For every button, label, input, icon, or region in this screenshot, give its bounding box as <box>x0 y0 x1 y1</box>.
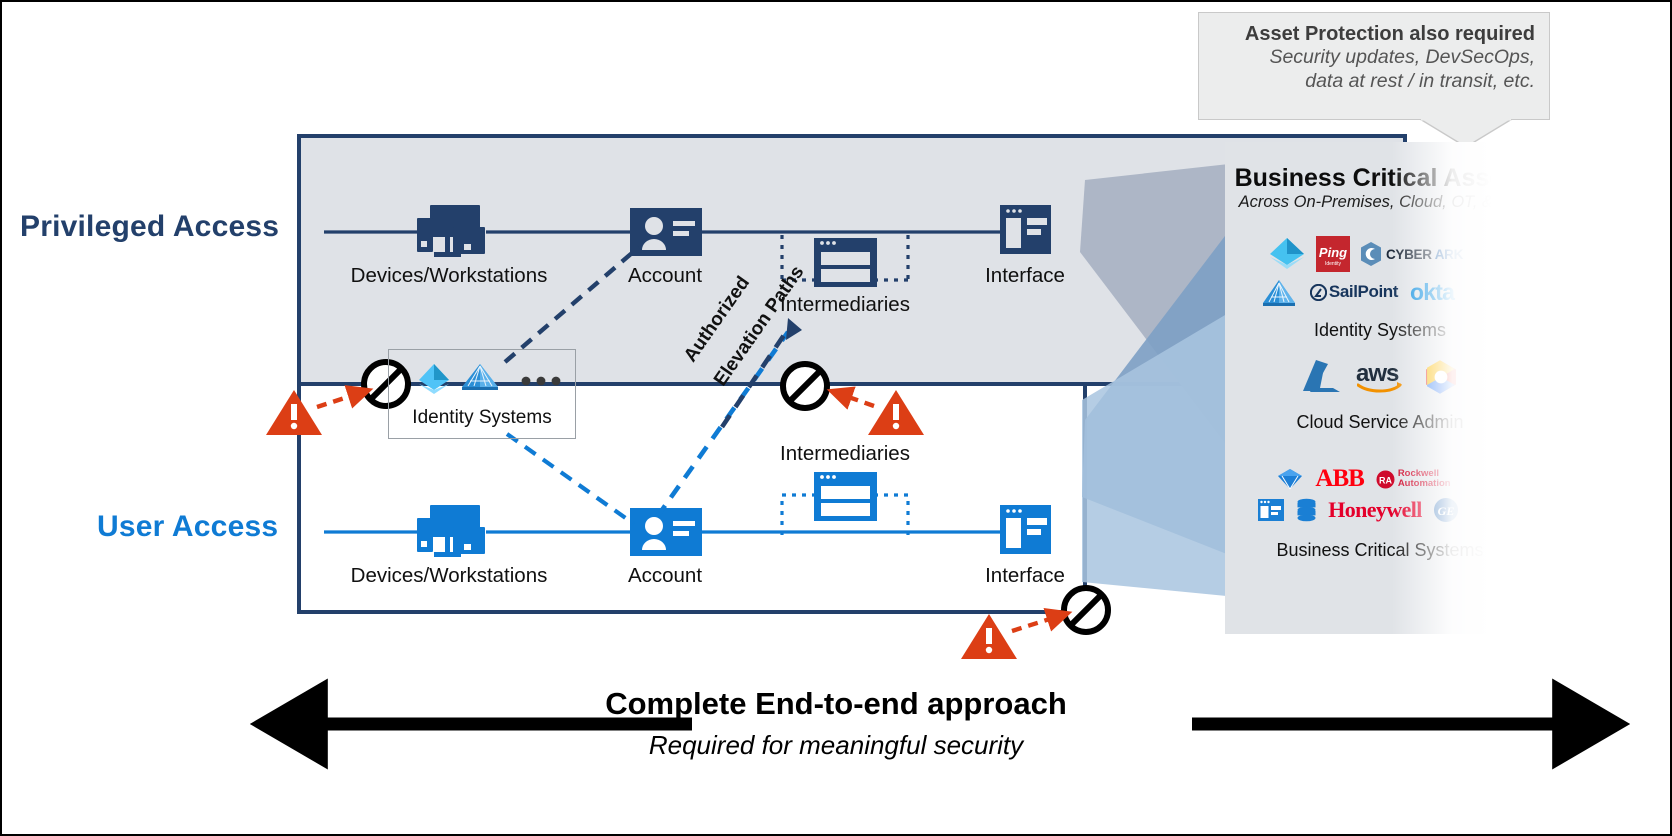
label-intermediaries-privileged: Intermediaries <box>780 293 910 316</box>
callout-line-2: data at rest / in transit, etc. <box>1305 70 1535 93</box>
label-account-user: Account <box>627 564 703 587</box>
svg-text:RA: RA <box>1379 475 1392 485</box>
database-icon <box>1297 498 1316 521</box>
privileged-access-label: Privileged Access <box>20 210 280 243</box>
svg-text:Ping: Ping <box>1319 245 1347 260</box>
identity-systems-box: Identity Systems <box>388 349 576 439</box>
bottom-banner-title: Complete End-to-end approach <box>605 686 1067 721</box>
cyberark-mark-icon <box>1360 242 1381 266</box>
callout-title: Asset Protection also required <box>1244 23 1535 45</box>
label-account-privileged: Account <box>627 264 703 287</box>
asset-protection-callout: Asset Protection also required Security … <box>1198 12 1550 120</box>
diagram-canvas: Privileged Access User Access Devices/Wo… <box>0 0 1672 836</box>
bottom-banner-subtitle: Required for meaningful security <box>648 730 1024 760</box>
abb-logo: ABB <box>1315 465 1364 492</box>
sailpoint-mark-icon <box>1309 283 1327 301</box>
user-access-label: User Access <box>97 510 279 543</box>
azure-logo <box>1303 360 1340 392</box>
callout-line-1: Security updates, DevSecOps, <box>1269 46 1535 69</box>
label-identity-systems: Identity Systems <box>412 407 552 428</box>
label-intermediaries-user: Intermediaries <box>780 442 910 465</box>
sap-diamond-logo <box>1278 469 1303 490</box>
assets-panel-gloss-overlay <box>1392 142 1535 634</box>
adfs-pyramid-icon <box>1262 280 1295 306</box>
label-devices-workstations-privileged: Devices/Workstations <box>350 264 548 287</box>
azure-ad-icon <box>1269 238 1304 269</box>
warning-arrow-interface <box>1011 608 1073 634</box>
label-interface-privileged: Interface <box>985 264 1065 287</box>
sailpoint-text: SailPoint <box>1328 282 1399 301</box>
label-interface-user: Interface <box>985 564 1065 587</box>
app-window-icon <box>1258 499 1285 521</box>
svg-text:Identity: Identity <box>1325 261 1342 267</box>
ping-identity-logo: Ping Identity <box>1315 236 1350 272</box>
authorized-elevation-paths-label: Authorized Elevation Paths <box>680 262 809 391</box>
label-devices-workstations-user: Devices/Workstations <box>350 564 548 587</box>
warning-triangle-interface <box>961 614 1017 659</box>
sailpoint-logo: SailPoint <box>1309 282 1399 302</box>
